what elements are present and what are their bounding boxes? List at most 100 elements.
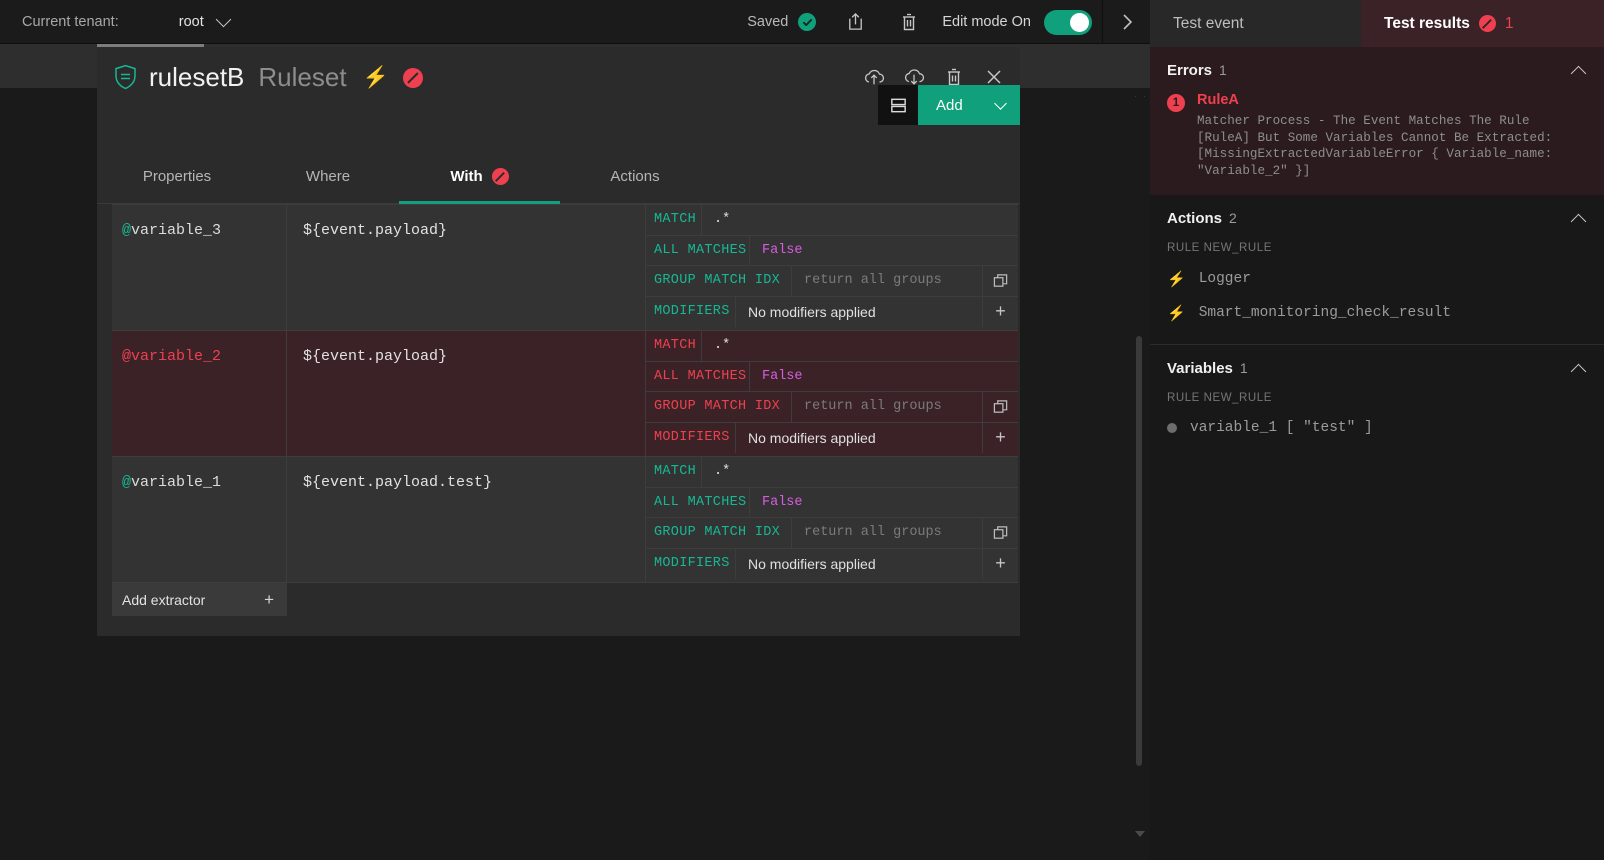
shield-icon: [114, 64, 137, 90]
add-button[interactable]: Add: [918, 85, 1020, 125]
extractor-name: @variable_3: [122, 222, 221, 239]
extractor-name: @variable_2: [122, 348, 221, 365]
extractor-name-cell[interactable]: @variable_1: [112, 457, 287, 582]
list-item[interactable]: ⚡ Logger: [1150, 262, 1604, 296]
match-value[interactable]: .*: [702, 457, 1018, 487]
error-body: RuleA Matcher Process - The Event Matche…: [1197, 92, 1557, 179]
extractor-expression-cell[interactable]: ${event.payload}: [287, 331, 646, 456]
forbidden-icon: [1478, 15, 1496, 32]
modifiers-label: MODIFIERS: [646, 548, 736, 579]
group-match-idx-input[interactable]: return all groups: [792, 518, 982, 548]
trash-icon[interactable]: [890, 0, 928, 44]
saved-label: Saved: [747, 14, 789, 30]
extractor-table: @variable_3 ${event.payload} MATCH .* AL…: [112, 204, 1018, 616]
variables-section-header[interactable]: Variables 1: [1150, 345, 1604, 390]
export-icon[interactable]: [836, 0, 874, 44]
extractor-name-cell[interactable]: @variable_2: [112, 331, 287, 456]
edit-mode-toggle[interactable]: [1044, 9, 1092, 35]
extractor-name-cell[interactable]: @variable_3: [112, 205, 287, 330]
variable-label: variable_1 [ "test" ]: [1190, 420, 1373, 437]
group-match-idx-row: GROUP MATCH IDX return all groups: [646, 518, 1018, 549]
copy-icon[interactable]: [982, 266, 1018, 296]
right-panel-tabs: Test event Test results 1: [1150, 0, 1604, 47]
add-extractor-row: Add extractor +: [112, 582, 1018, 616]
edit-mode-label: Edit mode On: [942, 14, 1031, 30]
copy-icon[interactable]: [982, 518, 1018, 548]
match-value[interactable]: .*: [702, 331, 1018, 361]
chevron-up-icon[interactable]: [1570, 65, 1587, 81]
tenant-value[interactable]: root: [179, 14, 204, 30]
add-extractor-button[interactable]: Add extractor +: [112, 582, 287, 616]
chevron-down-icon[interactable]: [215, 11, 232, 28]
extractor-expression-cell[interactable]: ${event.payload}: [287, 205, 646, 330]
group-match-idx-label: GROUP MATCH IDX: [646, 392, 792, 422]
tab-actions[interactable]: Actions: [560, 152, 710, 203]
match-row: MATCH .*: [646, 457, 1018, 488]
table-row[interactable]: @variable_1 ${event.payload.test} MATCH …: [112, 456, 1018, 582]
chevron-right-icon[interactable]: [1102, 0, 1150, 44]
add-modifier-button[interactable]: +: [982, 548, 1018, 579]
all-matches-value[interactable]: False: [750, 362, 1018, 392]
tab-test-results-count: 1: [1504, 14, 1514, 32]
ruleset-name: rulesetB: [149, 61, 245, 92]
chevron-up-icon[interactable]: [1570, 213, 1587, 230]
tab-test-results[interactable]: Test results 1: [1361, 0, 1604, 47]
vertical-scrollbar-thumb[interactable]: [1136, 336, 1142, 766]
list-item[interactable]: 1 RuleA Matcher Process - The Event Matc…: [1150, 86, 1604, 179]
modifiers-label: MODIFIERS: [646, 422, 736, 453]
add-modifier-button[interactable]: +: [982, 296, 1018, 327]
tab-test-event[interactable]: Test event: [1150, 0, 1361, 47]
table-row[interactable]: @variable_2 ${event.payload} MATCH .* AL…: [112, 330, 1018, 456]
extractor-detail-cell: MATCH .* ALL MATCHES False GROUP MATCH I…: [646, 331, 1018, 456]
tab-where-label: Where: [305, 168, 351, 185]
scroll-down-arrow[interactable]: [1134, 828, 1146, 840]
tab-test-event-label: Test event: [1173, 14, 1244, 32]
all-matches-row: ALL MATCHES False: [646, 235, 1018, 266]
table-row[interactable]: @variable_3 ${event.payload} MATCH .* AL…: [112, 204, 1018, 330]
at-sign: @: [122, 474, 132, 491]
actions-title: Actions: [1167, 210, 1223, 228]
copy-icon[interactable]: [982, 392, 1018, 422]
list-item[interactable]: variable_1 [ "test" ]: [1150, 412, 1604, 444]
group-match-idx-row: GROUP MATCH IDX return all groups: [646, 266, 1018, 297]
list-item[interactable]: ⚡ Smart_monitoring_check_result: [1150, 296, 1604, 330]
tab-with[interactable]: With: [399, 152, 560, 204]
group-match-idx-row: GROUP MATCH IDX return all groups: [646, 392, 1018, 423]
chevron-up-icon[interactable]: [1570, 363, 1587, 380]
add-modifier-button[interactable]: +: [982, 422, 1018, 453]
group-match-idx-input[interactable]: return all groups: [792, 392, 982, 422]
extractor-expression-cell[interactable]: ${event.payload.test}: [287, 457, 646, 582]
all-matches-label: ALL MATCHES: [646, 487, 750, 517]
check-circle-icon: [798, 13, 817, 31]
group-match-idx-input[interactable]: return all groups: [792, 266, 982, 296]
errors-section-header[interactable]: Errors 1: [1150, 47, 1604, 86]
action-label: Logger: [1198, 271, 1251, 288]
bolt-icon: ⚡: [1167, 305, 1186, 323]
all-matches-label: ALL MATCHES: [646, 235, 750, 265]
extractor-expression: ${event.payload}: [303, 348, 448, 365]
group-match-idx-label: GROUP MATCH IDX: [646, 518, 792, 548]
tab-actions-label: Actions: [610, 168, 660, 185]
actions-section-header[interactable]: Actions 2: [1150, 195, 1604, 240]
match-value[interactable]: .*: [702, 205, 1018, 235]
actions-section: Actions 2 RULE NEW_RULE ⚡ Logger ⚡ Smart_…: [1150, 195, 1604, 345]
extractor-name-text: variable_1: [131, 474, 222, 491]
all-matches-value[interactable]: False: [750, 488, 1018, 518]
error-message: Matcher Process - The Event Matches The …: [1197, 114, 1553, 178]
modifiers-row: MODIFIERS No modifiers applied +: [646, 296, 1018, 327]
chevron-down-icon: [994, 96, 1007, 110]
variables-count: 1: [1239, 360, 1248, 377]
variables-section: Variables 1 RULE NEW_RULE variable_1 [ "t…: [1150, 344, 1604, 459]
tab-where[interactable]: Where: [257, 152, 399, 203]
all-matches-value[interactable]: False: [750, 236, 1018, 266]
left-pane: Current tenant: root Saved Edit mode On …: [0, 0, 1150, 860]
add-button-label: Add: [936, 96, 963, 114]
tab-properties[interactable]: Properties: [97, 152, 257, 203]
layout-toggle-icon[interactable]: [878, 85, 918, 125]
error-badge: 1: [1167, 94, 1185, 112]
errors-title: Errors: [1167, 62, 1213, 79]
actions-group-label: RULE NEW_RULE: [1167, 242, 1272, 255]
plus-icon: +: [264, 589, 274, 609]
error-rule-name: RuleA: [1197, 92, 1239, 108]
all-matches-row: ALL MATCHES False: [646, 487, 1018, 518]
